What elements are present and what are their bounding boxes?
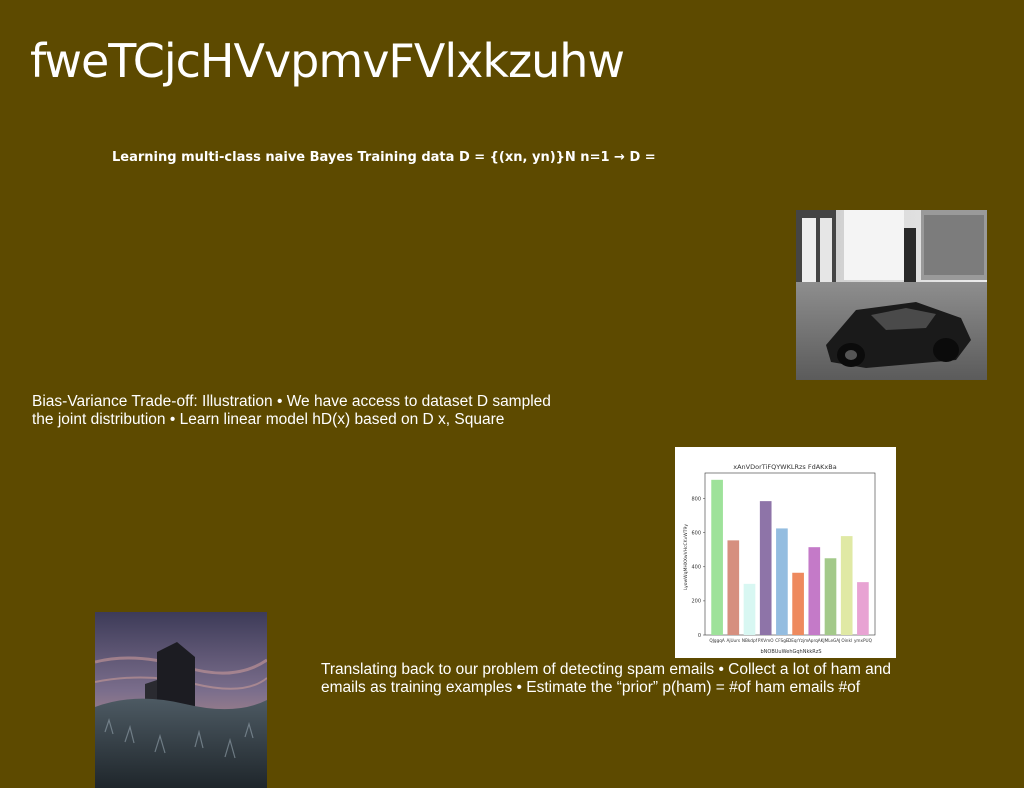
slide-subtitle: Learning multi-class naive Bayes Trainin… — [112, 150, 656, 165]
bar-chart-svg: xAnVDorTiFQYWKLRzs FdAKxBa LyowWqMHXXwVH… — [683, 463, 876, 655]
chart-x-tick-label: CFSgE — [775, 638, 789, 643]
chart-x-tick-label: Oinkl — [841, 638, 852, 643]
barn-photo — [95, 612, 267, 788]
chart-marks: 0 200 400 600 800 QJggqA AjUurs NBkdpf PXVmO CFSg… — [691, 479, 873, 643]
chart-y-tick-label: 400 — [691, 565, 701, 571]
chart-y-axis-label: LyowWqMHXXwVHcCKvWT9y — [683, 524, 689, 590]
chart-x-tick-label: QJggqA — [709, 638, 725, 643]
body-text-line: emails as training examples • Estimate t… — [321, 679, 861, 696]
chart-bar — [743, 583, 756, 635]
chart-y-tick-label: 0 — [698, 633, 701, 639]
body-text-line: Bias-Variance Trade-off: Illustration • … — [32, 393, 551, 410]
chart-bar — [792, 572, 804, 635]
barn-photo-image — [95, 612, 267, 788]
chart-y-tick-label: 600 — [691, 530, 701, 536]
car-photo — [796, 210, 987, 380]
car-photo-image — [796, 210, 987, 380]
chart-x-tick-label: DEqrYzjm — [788, 638, 808, 643]
chart-y-tick-label: 800 — [691, 496, 701, 502]
bar-chart: xAnVDorTiFQYWKLRzs FdAKxBa LyowWqMHXXwVH… — [675, 447, 896, 658]
chart-x-tick-label: ymxPUQ — [854, 638, 873, 643]
chart-bar — [824, 558, 837, 635]
slide-title: fweTCjcHVvpmvFVlxkzuhw — [30, 34, 625, 88]
chart-x-tick-label: AjUurs — [726, 638, 740, 643]
chart-title: xAnVDorTiFQYWKLRzs FdAKxBa — [733, 463, 836, 471]
body-text-line: Translating back to our problem of detec… — [321, 661, 892, 678]
chart-bar — [776, 528, 788, 635]
chart-bar — [727, 540, 740, 635]
chart-bar — [840, 536, 853, 635]
chart-x-tick-label: NBkdpf — [742, 638, 758, 643]
chart-bar — [808, 547, 821, 635]
chart-x-axis-label: bNOBUuWehGqhNkkRzS — [760, 649, 821, 655]
chart-x-tick-label: KJMLeGAJ — [821, 638, 841, 643]
chart-bar — [759, 501, 772, 635]
chart-bar — [711, 479, 723, 635]
body-text-bias-variance: Bias-Variance Trade-off: Illustration • … — [32, 393, 592, 429]
chart-y-tick-label: 200 — [691, 599, 701, 605]
chart-x-tick-label: PXVmO — [758, 638, 774, 643]
chart-bar — [857, 582, 869, 635]
chart-x-tick-label: AprqA — [808, 638, 821, 643]
body-text-spam: Translating back to our problem of detec… — [321, 661, 941, 697]
body-text-line: the joint distribution • Learn linear mo… — [32, 411, 505, 428]
